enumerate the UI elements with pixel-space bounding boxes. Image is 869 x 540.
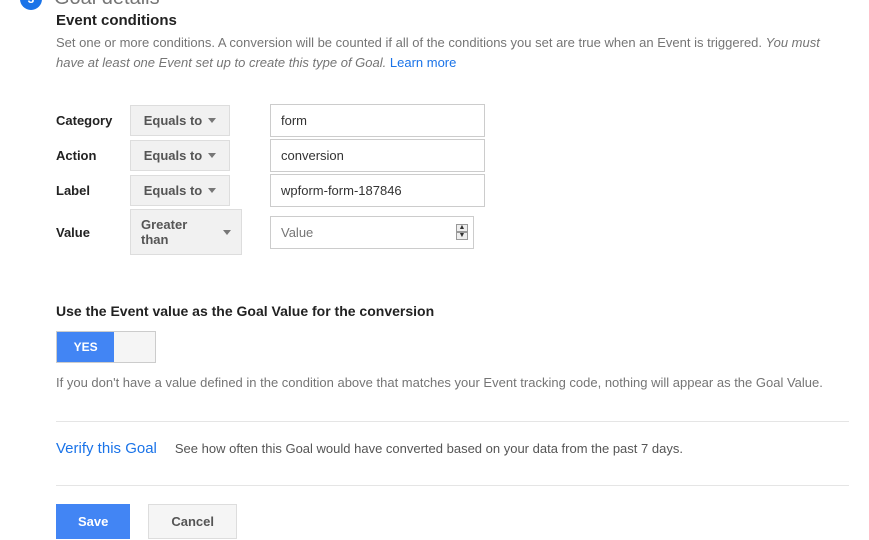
- toggle-description: If you don't have a value defined in the…: [56, 373, 849, 393]
- condition-row-category: Category Equals to: [56, 104, 849, 137]
- caret-down-icon: [208, 153, 216, 158]
- save-button[interactable]: Save: [56, 504, 130, 539]
- label-label: Label: [56, 183, 118, 198]
- caret-down-icon: [208, 188, 216, 193]
- step-number-badge: 3: [20, 0, 42, 10]
- learn-more-link[interactable]: Learn more: [390, 55, 456, 70]
- toggle-off-handle: [114, 332, 155, 362]
- action-operator-dropdown[interactable]: Equals to: [130, 140, 230, 171]
- value-operator-dropdown[interactable]: Greater than: [130, 209, 242, 255]
- verify-description: See how often this Goal would have conve…: [175, 441, 683, 456]
- divider: [56, 485, 849, 486]
- step-title: Goal details: [54, 0, 160, 10]
- section-description: Set one or more conditions. A conversion…: [56, 33, 849, 72]
- spinner-down-icon[interactable]: ▼: [456, 232, 468, 240]
- condition-row-action: Action Equals to: [56, 139, 849, 172]
- caret-down-icon: [223, 230, 231, 235]
- caret-down-icon: [208, 118, 216, 123]
- condition-row-value: Value Greater than ▲ ▼: [56, 209, 849, 255]
- toggle-title: Use the Event value as the Goal Value fo…: [56, 303, 849, 319]
- label-operator-dropdown[interactable]: Equals to: [130, 175, 230, 206]
- value-number-input[interactable]: [270, 216, 474, 249]
- label-value-input[interactable]: [270, 174, 485, 207]
- section-title: Event conditions: [56, 12, 849, 29]
- category-label: Category: [56, 113, 118, 128]
- action-value-input[interactable]: [270, 139, 485, 172]
- number-spinner[interactable]: ▲ ▼: [456, 224, 468, 240]
- toggle-yes: YES: [57, 332, 114, 362]
- verify-goal-link[interactable]: Verify this Goal: [56, 440, 157, 457]
- cancel-button[interactable]: Cancel: [148, 504, 237, 539]
- goal-value-toggle[interactable]: YES: [56, 331, 156, 363]
- condition-row-label: Label Equals to: [56, 174, 849, 207]
- value-label: Value: [56, 225, 118, 240]
- spinner-up-icon[interactable]: ▲: [456, 224, 468, 232]
- category-operator-dropdown[interactable]: Equals to: [130, 105, 230, 136]
- category-value-input[interactable]: [270, 104, 485, 137]
- action-label: Action: [56, 148, 118, 163]
- divider: [56, 421, 849, 422]
